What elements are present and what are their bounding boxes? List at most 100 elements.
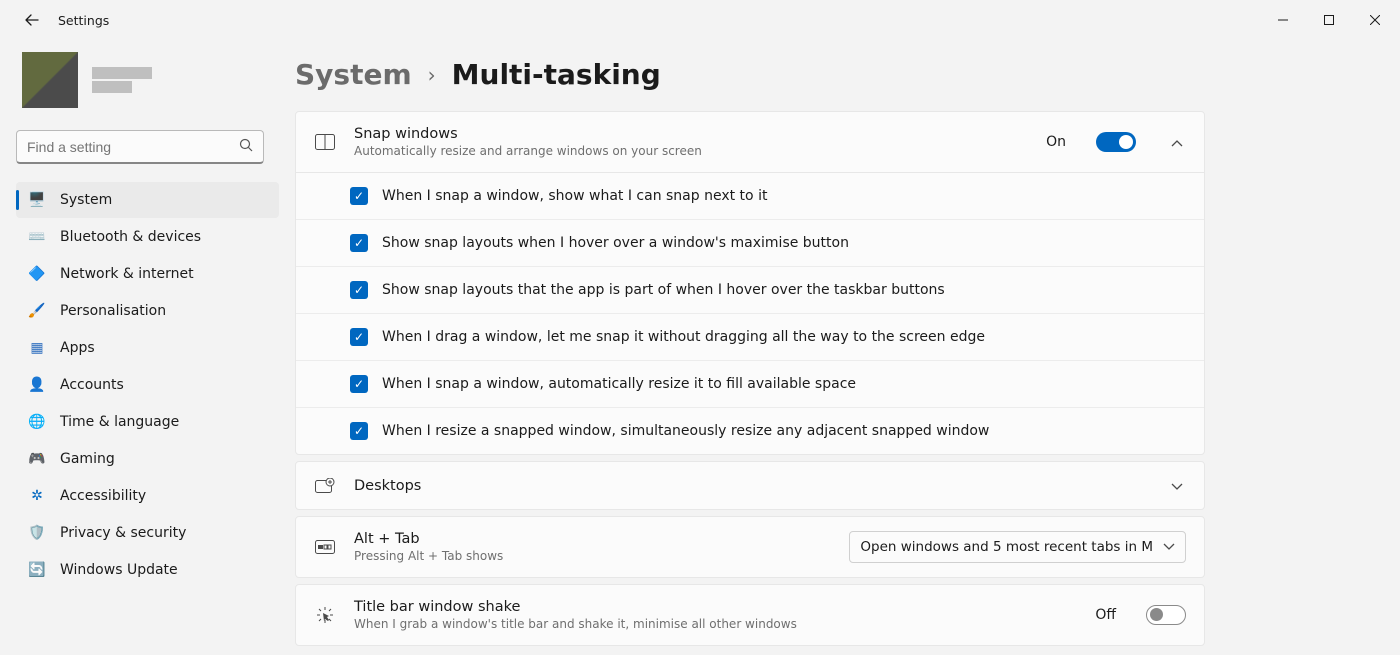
chevron-right-icon: › xyxy=(428,63,436,87)
snap-option-row[interactable]: ✓ Show snap layouts that the app is part … xyxy=(296,266,1204,313)
window-snap-icon xyxy=(314,134,336,150)
bluetooth-icon: ⌨️ xyxy=(28,229,46,245)
accessibility-icon: ✲ xyxy=(28,488,46,504)
section-title-bar-shake: Title bar window shake When I grab a win… xyxy=(295,584,1205,646)
chevron-down-icon[interactable] xyxy=(1168,476,1186,495)
avatar xyxy=(22,52,78,108)
nav-item-accounts[interactable]: 👤 Accounts xyxy=(16,367,279,403)
nav-label: Gaming xyxy=(60,451,115,467)
nav-label: Windows Update xyxy=(60,562,178,578)
nav-label: Bluetooth & devices xyxy=(60,229,201,245)
titlebar: Settings xyxy=(0,0,1400,40)
section-desktops[interactable]: Desktops xyxy=(295,461,1205,510)
nav-label: Privacy & security xyxy=(60,525,186,541)
breadcrumb: System › Multi-tasking xyxy=(295,58,1400,91)
search-icon xyxy=(239,137,253,156)
nav-label: Accessibility xyxy=(60,488,146,504)
gamepad-icon: 🎮 xyxy=(28,451,46,467)
person-icon: 👤 xyxy=(28,377,46,393)
nav-label: Time & language xyxy=(60,414,179,430)
nav-label: Network & internet xyxy=(60,266,194,282)
alttab-selected: Open windows and 5 most recent tabs in M xyxy=(860,539,1153,555)
snap-toggle[interactable] xyxy=(1096,132,1136,152)
account-block[interactable] xyxy=(22,52,279,108)
display-icon: 🖥️ xyxy=(28,192,46,208)
sync-icon: 🔄 xyxy=(28,562,46,578)
nav-list: 🖥️ System ⌨️ Bluetooth & devices 🔷 Network … xyxy=(16,182,279,588)
page-title: Multi-tasking xyxy=(452,58,661,91)
main-content: System › Multi-tasking Snap windows Auto… xyxy=(295,40,1400,655)
maximize-button[interactable] xyxy=(1306,4,1352,36)
snap-option-row[interactable]: ✓ When I snap a window, show what I can s… xyxy=(296,173,1204,219)
snap-option-label: When I snap a window, automatically resi… xyxy=(382,376,856,392)
section-alt-tab: Alt + Tab Pressing Alt + Tab shows Open … xyxy=(295,516,1205,578)
checkbox[interactable]: ✓ xyxy=(350,187,368,205)
maximize-icon xyxy=(1324,15,1334,25)
snap-windows-header[interactable]: Snap windows Automatically resize and ar… xyxy=(296,112,1204,172)
breadcrumb-root[interactable]: System xyxy=(295,58,412,91)
sidebar: 🖥️ System ⌨️ Bluetooth & devices 🔷 Network … xyxy=(0,40,295,655)
window-title: Settings xyxy=(58,13,109,28)
snap-option-label: When I resize a snapped window, simultan… xyxy=(382,423,989,439)
alttab-title: Alt + Tab xyxy=(354,531,831,547)
alt-tab-icon xyxy=(314,540,336,554)
checkbox[interactable]: ✓ xyxy=(350,281,368,299)
shake-toggle[interactable] xyxy=(1146,605,1186,625)
nav-label: Accounts xyxy=(60,377,124,393)
checkbox[interactable]: ✓ xyxy=(350,234,368,252)
snap-option-row[interactable]: ✓ When I snap a window, automatically res… xyxy=(296,360,1204,407)
nav-item-apps[interactable]: ▦ Apps xyxy=(16,330,279,366)
search-input[interactable] xyxy=(27,139,239,155)
shake-desc: When I grab a window's title bar and sha… xyxy=(354,617,1077,631)
alttab-select[interactable]: Open windows and 5 most recent tabs in M xyxy=(849,531,1186,563)
minimize-button[interactable] xyxy=(1260,4,1306,36)
alttab-desc: Pressing Alt + Tab shows xyxy=(354,549,831,563)
close-icon xyxy=(1370,15,1380,25)
checkbox[interactable]: ✓ xyxy=(350,422,368,440)
desktops-title: Desktops xyxy=(354,478,1136,494)
nav-item-personalisation[interactable]: 🖌️ Personalisation xyxy=(16,293,279,329)
snap-desc: Automatically resize and arrange windows… xyxy=(354,144,1028,158)
arrow-left-icon xyxy=(24,12,40,28)
section-snap-windows: Snap windows Automatically resize and ar… xyxy=(295,111,1205,455)
nav-item-time[interactable]: 🌐 Time & language xyxy=(16,404,279,440)
back-button[interactable] xyxy=(20,8,44,32)
globe-icon: 🌐 xyxy=(28,414,46,430)
chevron-up-icon[interactable] xyxy=(1168,133,1186,152)
checkbox[interactable]: ✓ xyxy=(350,328,368,346)
checkbox[interactable]: ✓ xyxy=(350,375,368,393)
nav-item-bluetooth[interactable]: ⌨️ Bluetooth & devices xyxy=(16,219,279,255)
nav-item-update[interactable]: 🔄 Windows Update xyxy=(16,552,279,588)
snap-option-label: Show snap layouts that the app is part o… xyxy=(382,282,945,298)
snap-options: ✓ When I snap a window, show what I can s… xyxy=(296,172,1204,454)
wifi-icon: 🔷 xyxy=(28,266,46,282)
nav-label: Personalisation xyxy=(60,303,166,319)
nav-label: Apps xyxy=(60,340,95,356)
snap-option-label: When I drag a window, let me snap it wit… xyxy=(382,329,985,345)
shield-icon: 🛡️ xyxy=(28,525,46,541)
cursor-shake-icon xyxy=(314,606,336,624)
desktops-icon xyxy=(314,478,336,494)
search-box[interactable] xyxy=(16,130,264,164)
snap-option-row[interactable]: ✓ When I resize a snapped window, simulta… xyxy=(296,407,1204,454)
apps-icon: ▦ xyxy=(28,340,46,356)
shake-title: Title bar window shake xyxy=(354,599,1077,615)
brush-icon: 🖌️ xyxy=(28,303,46,319)
close-button[interactable] xyxy=(1352,4,1398,36)
minimize-icon xyxy=(1278,15,1288,25)
snap-option-label: When I snap a window, show what I can sn… xyxy=(382,188,767,204)
snap-option-row[interactable]: ✓ When I drag a window, let me snap it wi… xyxy=(296,313,1204,360)
snap-option-label: Show snap layouts when I hover over a wi… xyxy=(382,235,849,251)
snap-state-label: On xyxy=(1046,134,1066,150)
snap-option-row[interactable]: ✓ Show snap layouts when I hover over a w… xyxy=(296,219,1204,266)
nav-item-accessibility[interactable]: ✲ Accessibility xyxy=(16,478,279,514)
nav-item-gaming[interactable]: 🎮 Gaming xyxy=(16,441,279,477)
chevron-down-icon xyxy=(1163,543,1175,551)
snap-title: Snap windows xyxy=(354,126,1028,142)
nav-item-network[interactable]: 🔷 Network & internet xyxy=(16,256,279,292)
account-name xyxy=(92,67,152,93)
nav-label: System xyxy=(60,192,112,208)
nav-item-privacy[interactable]: 🛡️ Privacy & security xyxy=(16,515,279,551)
shake-state-label: Off xyxy=(1095,607,1116,623)
nav-item-system[interactable]: 🖥️ System xyxy=(16,182,279,218)
